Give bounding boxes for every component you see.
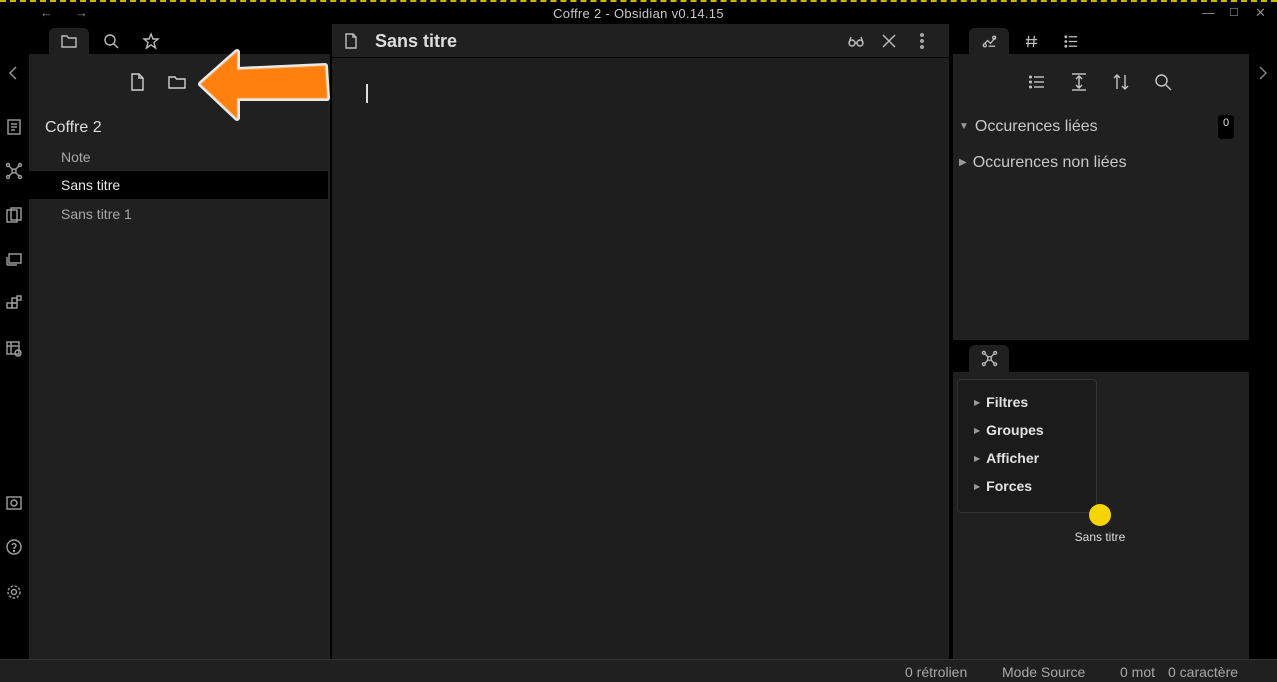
window-title: Coffre 2 - Obsidian v0.14.15 [553, 6, 724, 21]
search-icon[interactable] [1153, 72, 1173, 92]
tab-backlinks[interactable] [969, 28, 1009, 54]
collapse-left-icon[interactable] [5, 64, 23, 82]
triangle-right-icon: ▶ [974, 454, 981, 463]
graph-control-display[interactable]: ▶ Afficher [974, 450, 1039, 466]
linked-count-badge: 0 [1218, 115, 1234, 139]
graph-control-label: Afficher [986, 450, 1040, 466]
note-file-icon [342, 32, 360, 55]
minimize-icon[interactable]: — [1202, 5, 1215, 20]
slides-icon[interactable] [5, 250, 23, 268]
graph-view-icon[interactable] [5, 162, 23, 180]
star-icon [142, 32, 160, 50]
local-graph-pane[interactable]: ▶ Filtres ▶ Groupes ▶ Afficher ▶ Forces Sans… [953, 372, 1249, 659]
list-icon[interactable] [1027, 72, 1047, 92]
table-settings-icon[interactable] [5, 340, 23, 358]
triangle-right-icon: ▶ [974, 482, 981, 491]
right-edge [1249, 24, 1277, 659]
tab-tags[interactable] [1011, 28, 1051, 54]
status-backlinks[interactable]: 0 rétrolien [905, 664, 967, 680]
graph-control-filters[interactable]: ▶ Filtres [974, 394, 1028, 410]
plugins-icon[interactable] [5, 294, 23, 312]
graph-control-groups[interactable]: ▶ Groupes [974, 422, 1044, 438]
file-item-sans-titre[interactable]: Sans titre [29, 171, 328, 199]
title-bar: ← → Coffre 2 - Obsidian v0.14.15 — ☐ ✕ [0, 0, 1277, 24]
more-options-icon[interactable] [913, 32, 931, 55]
expand-icon[interactable] [1069, 72, 1089, 92]
unlinked-mentions-label: Occurences non liées [972, 154, 1127, 171]
graph-node[interactable] [1089, 504, 1111, 526]
new-note-icon[interactable] [127, 72, 147, 92]
text-cursor [366, 84, 368, 103]
sort-icon[interactable] [1111, 72, 1131, 92]
templates-icon[interactable] [5, 206, 23, 224]
help-icon[interactable] [5, 538, 23, 556]
outline-icon [1063, 34, 1077, 48]
editor-title[interactable]: Sans titre [375, 31, 457, 52]
file-explorer-pane: Coffre 2 Note Sans titre Sans titre 1 [29, 54, 330, 659]
graph-control-forces[interactable]: ▶ Forces [974, 478, 1032, 494]
graph-tabs [953, 340, 1249, 372]
status-char-count: 0 caractère [1168, 664, 1239, 680]
triangle-right-icon: ▶ [959, 157, 967, 168]
tab-file-explorer[interactable] [49, 28, 89, 54]
ribbon [0, 24, 29, 659]
triangle-down-icon: ▼ [959, 121, 969, 132]
file-item-sans-titre-1[interactable]: Sans titre 1 [29, 200, 328, 228]
new-folder-icon[interactable] [167, 72, 187, 92]
tab-search[interactable] [91, 28, 131, 54]
triangle-right-icon: ▶ [974, 426, 981, 435]
backlinks-icon [982, 35, 996, 47]
tab-outline[interactable] [1051, 28, 1091, 54]
collapse-right-icon[interactable] [1255, 64, 1271, 87]
editor-header: Sans titre [332, 24, 949, 58]
graph-control-label: Groupes [986, 422, 1044, 438]
linked-mentions-toggle[interactable]: ▼ Occurences liées [959, 118, 1098, 136]
reading-view-icon[interactable] [847, 32, 865, 55]
tab-local-graph[interactable] [969, 345, 1009, 372]
vault-name[interactable]: Coffre 2 [45, 119, 102, 137]
graph-node-label: Sans titre [1074, 530, 1126, 544]
unlinked-mentions-toggle[interactable]: ▶ Occurences non liées [959, 154, 1127, 172]
folder-icon [61, 35, 77, 48]
triangle-right-icon: ▶ [974, 398, 981, 407]
close-window-icon[interactable]: ✕ [1255, 5, 1266, 21]
search-icon [104, 34, 119, 49]
status-word-count: 0 mot [1120, 664, 1156, 680]
status-bar: 0 rétrolien Mode Source 0 mot 0 caractèr… [0, 659, 1277, 682]
editor-pane[interactable]: Sans titre [332, 24, 949, 659]
graph-controls: ▶ Filtres ▶ Groupes ▶ Afficher ▶ Forces [957, 379, 1097, 513]
tags-icon [1025, 35, 1037, 47]
graph-icon [981, 350, 997, 367]
open-quick-switcher-icon[interactable] [5, 118, 23, 136]
backlinks-pane: ▼ Occurences liées 0 ▶ Occurences non liée… [953, 54, 1249, 340]
annotation-arrow [193, 46, 333, 126]
settings-icon[interactable] [5, 583, 23, 601]
linked-mentions-label: Occurences liées [974, 118, 1098, 135]
maximize-icon[interactable]: ☐ [1229, 6, 1239, 19]
file-item-note[interactable]: Note [29, 143, 328, 171]
graph-control-label: Forces [986, 478, 1033, 494]
vault-icon[interactable] [5, 494, 23, 512]
right-sidebar-tabs [953, 24, 1249, 54]
close-icon[interactable] [880, 32, 898, 55]
tab-starred[interactable] [131, 28, 171, 54]
status-mode[interactable]: Mode Source [1002, 664, 1085, 680]
graph-control-label: Filtres [986, 394, 1029, 410]
